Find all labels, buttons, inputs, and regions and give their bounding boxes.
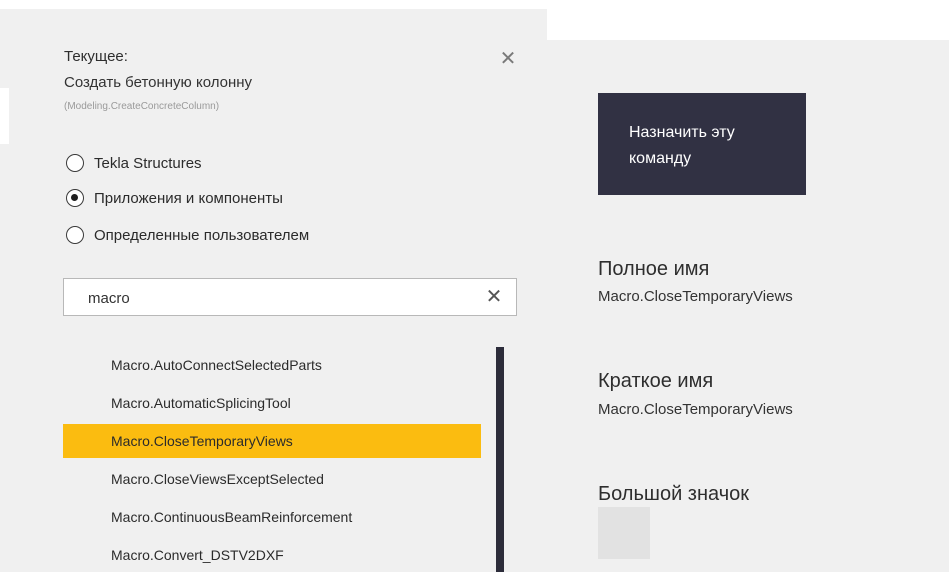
short-name-label: Краткое имя <box>598 370 714 392</box>
filter-radio-apps[interactable]: Приложения и компоненты <box>66 187 283 209</box>
list-scrollbar[interactable] <box>496 347 504 572</box>
assign-button-line1: Назначить эту <box>629 124 735 141</box>
current-heading: Текущее: <box>64 48 128 65</box>
command-list: Macro.AutoConnectSelectedParts Macro.Aut… <box>63 348 483 572</box>
list-item[interactable]: Macro.ContinuousBeamReinforcement <box>63 500 481 534</box>
radio-button-checked[interactable] <box>66 189 84 207</box>
current-command-identifier: (Modeling.CreateConcreteColumn) <box>64 101 220 112</box>
radio-button[interactable] <box>66 226 84 244</box>
full-name-label: Полное имя <box>598 258 710 280</box>
search-box: ✕ <box>63 278 517 316</box>
full-name-value: Macro.CloseTemporaryViews <box>598 288 793 305</box>
list-item[interactable]: Macro.AutoConnectSelectedParts <box>63 348 481 382</box>
radio-label: Определенные пользователем <box>94 226 310 244</box>
list-item[interactable]: Macro.CloseViewsExceptSelected <box>63 462 481 496</box>
large-icon-label: Большой значок <box>598 483 749 505</box>
right-panel-top <box>547 9 949 40</box>
radio-label: Приложения и компоненты <box>94 189 283 207</box>
clear-search-icon[interactable]: ✕ <box>484 287 504 307</box>
search-input[interactable] <box>88 288 468 308</box>
close-icon[interactable]: ✕ <box>499 49 517 69</box>
list-item[interactable]: Macro.AutomaticSplicingTool <box>63 386 481 420</box>
top-strip <box>0 0 949 9</box>
list-item[interactable]: Macro.Convert_DSTV2DXF <box>63 538 481 572</box>
current-command-name: Создать бетонную колонну <box>64 74 253 91</box>
assign-button-line2: команду <box>629 150 692 167</box>
radio-button[interactable] <box>66 154 84 172</box>
list-item-selected[interactable]: Macro.CloseTemporaryViews <box>63 424 481 458</box>
radio-label: Tekla Structures <box>94 154 202 172</box>
large-icon-placeholder[interactable] <box>598 507 650 559</box>
left-edge <box>0 88 9 144</box>
filter-radio-user[interactable]: Определенные пользователем <box>66 224 309 246</box>
filter-radio-tekla[interactable]: Tekla Structures <box>66 152 202 174</box>
short-name-value: Macro.CloseTemporaryViews <box>598 401 793 418</box>
assign-command-button[interactable]: Назначить эту команду <box>598 93 806 195</box>
